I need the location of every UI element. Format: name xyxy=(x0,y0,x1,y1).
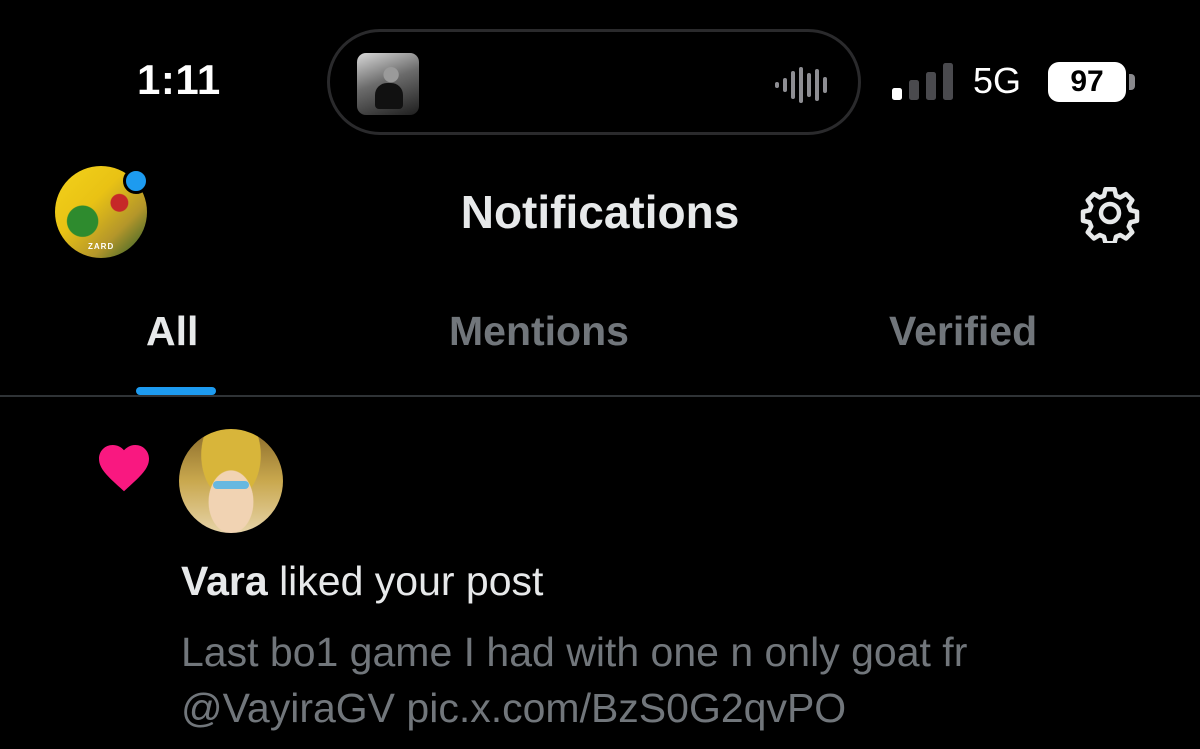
network-type: 5G xyxy=(973,60,1022,101)
signal-bars-icon xyxy=(892,63,953,100)
liker-name[interactable]: Vara xyxy=(181,558,268,604)
liker-avatar[interactable] xyxy=(179,429,283,533)
post-text-line-1: Last bo1 game I had with one n only goat… xyxy=(181,629,968,675)
waveform-icon xyxy=(775,67,827,103)
post-text-line-2: @VayiraGV pic.x.com/BzS0G2qvPO xyxy=(181,685,847,731)
tab-mentions[interactable]: Mentions xyxy=(449,308,629,355)
status-time: 1:11 xyxy=(137,56,221,103)
heart-icon xyxy=(99,445,149,492)
tab-active-indicator xyxy=(136,387,216,395)
gear-icon[interactable] xyxy=(1080,183,1140,243)
notification-summary[interactable]: Vara liked your post xyxy=(181,558,543,605)
tabs-divider xyxy=(0,395,1200,397)
notifications-screen: 1:11 5G 97 Notifications All Mentions Ve… xyxy=(0,0,1200,749)
battery-level: 97 xyxy=(1070,65,1104,98)
now-playing-art xyxy=(357,53,419,115)
tab-verified[interactable]: Verified xyxy=(889,308,1037,355)
page-title: Notifications xyxy=(460,186,740,238)
tab-all[interactable]: All xyxy=(146,308,198,355)
notification-action: liked your post xyxy=(279,558,544,604)
battery-icon: 97 xyxy=(1048,62,1126,102)
battery-cap xyxy=(1129,74,1135,90)
dynamic-island[interactable] xyxy=(327,29,861,135)
liked-post-preview[interactable]: Last bo1 game I had with one n only goat… xyxy=(181,624,1161,736)
